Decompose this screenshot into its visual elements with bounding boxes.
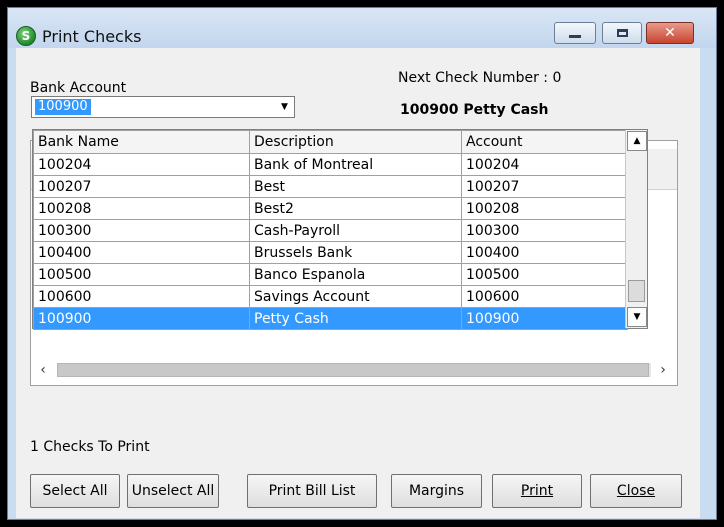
print-bill-list-button[interactable]: Print Bill List — [247, 474, 377, 508]
title-bar[interactable]: S Print Checks ✕ — [8, 8, 716, 48]
close-icon: ✕ — [664, 25, 676, 41]
cell-account[interactable]: 100600 — [461, 285, 628, 308]
bank-account-value[interactable]: 100900 — [35, 99, 91, 115]
cell-description[interactable]: Cash-Payroll — [249, 219, 462, 242]
close-window-button[interactable]: ✕ — [646, 22, 694, 44]
close-button[interactable]: Close — [590, 474, 682, 508]
scroll-right-icon[interactable]: › — [653, 360, 673, 380]
cell-description[interactable]: Best — [249, 175, 462, 198]
cell-account[interactable]: 100208 — [461, 197, 628, 220]
vertical-scroll-thumb[interactable] — [628, 280, 645, 302]
cell-bank-name[interactable]: 100900 — [33, 307, 250, 330]
next-check-number-label: Next Check Number : 0 — [398, 70, 562, 86]
maximize-button[interactable] — [602, 22, 642, 44]
table-row[interactable]: 100400 Brussels Bank 100400 — [33, 241, 628, 264]
minimize-button[interactable] — [554, 22, 596, 44]
margins-button[interactable]: Margins — [391, 474, 482, 508]
app-logo-icon: S — [16, 26, 36, 46]
cell-description[interactable]: Best2 — [249, 197, 462, 220]
horizontal-scrollbar[interactable]: ‹ › — [31, 360, 677, 380]
table-row[interactable]: 100900 Petty Cash 100900 — [33, 307, 628, 330]
scroll-left-icon[interactable]: ‹ — [33, 360, 53, 380]
cell-description[interactable]: Petty Cash — [249, 307, 462, 330]
cell-account[interactable]: 100400 — [461, 241, 628, 264]
cell-description[interactable]: Brussels Bank — [249, 241, 462, 264]
print-checks-window: S Print Checks ✕ Bank Account Next Check… — [7, 7, 717, 520]
selected-account-description: 100900 Petty Cash — [400, 102, 549, 118]
bank-account-dropdown-list[interactable]: Bank Name Description Account 100204 Bank… — [32, 129, 648, 330]
cell-account[interactable]: 100500 — [461, 263, 628, 286]
cell-description[interactable]: Bank of Montreal — [249, 153, 462, 176]
cell-account[interactable]: 100207 — [461, 175, 628, 198]
cell-account[interactable]: 100204 — [461, 153, 628, 176]
cell-description[interactable]: Banco Espanola — [249, 263, 462, 286]
cell-bank-name[interactable]: 100204 — [33, 153, 250, 176]
print-button-label: Print — [520, 483, 554, 499]
window-title: Print Checks — [42, 27, 142, 46]
bank-account-dropdown[interactable]: 100900 ▼ — [31, 96, 295, 118]
table-row[interactable]: 100204 Bank of Montreal 100204 — [33, 153, 628, 176]
cell-bank-name[interactable]: 100500 — [33, 263, 250, 286]
vertical-scrollbar[interactable]: ▲ ▼ — [625, 130, 647, 328]
print-button[interactable]: Print — [492, 474, 582, 508]
table-row[interactable]: 100208 Best2 100208 — [33, 197, 628, 220]
table-row[interactable]: 100600 Savings Account 100600 — [33, 285, 628, 308]
bank-accounts-table: Bank Name Description Account 100204 Bank… — [33, 130, 628, 330]
horizontal-scroll-thumb[interactable] — [57, 363, 649, 377]
column-header-account[interactable]: Account — [461, 130, 628, 154]
column-header-bank-name[interactable]: Bank Name — [33, 130, 250, 154]
close-button-label: Close — [616, 483, 656, 499]
dialog-client-area: Bank Account Next Check Number : 0 10090… — [16, 48, 700, 518]
bank-account-label: Bank Account — [30, 80, 127, 96]
checks-to-print-count: 1 Checks To Print — [30, 439, 150, 455]
table-header-row: Bank Name Description Account — [33, 130, 628, 154]
chevron-down-icon[interactable]: ▼ — [276, 98, 293, 116]
cell-account[interactable]: 100900 — [461, 307, 628, 330]
table-row[interactable]: 100207 Best 100207 — [33, 175, 628, 198]
table-row[interactable]: 100500 Banco Espanola 100500 — [33, 263, 628, 286]
cell-bank-name[interactable]: 100208 — [33, 197, 250, 220]
table-row[interactable]: 100300 Cash-Payroll 100300 — [33, 219, 628, 242]
select-all-button[interactable]: Select All — [30, 474, 120, 508]
minimize-icon — [569, 34, 581, 38]
cell-bank-name[interactable]: 100207 — [33, 175, 250, 198]
cell-account[interactable]: 100300 — [461, 219, 628, 242]
cell-bank-name[interactable]: 100300 — [33, 219, 250, 242]
scroll-down-icon[interactable]: ▼ — [627, 307, 647, 327]
cell-bank-name[interactable]: 100400 — [33, 241, 250, 264]
unselect-all-button[interactable]: Unselect All — [127, 474, 219, 508]
column-header-description[interactable]: Description — [249, 130, 462, 154]
cell-bank-name[interactable]: 100600 — [33, 285, 250, 308]
scroll-up-icon[interactable]: ▲ — [627, 131, 647, 151]
cell-description[interactable]: Savings Account — [249, 285, 462, 308]
maximize-icon — [616, 29, 628, 37]
